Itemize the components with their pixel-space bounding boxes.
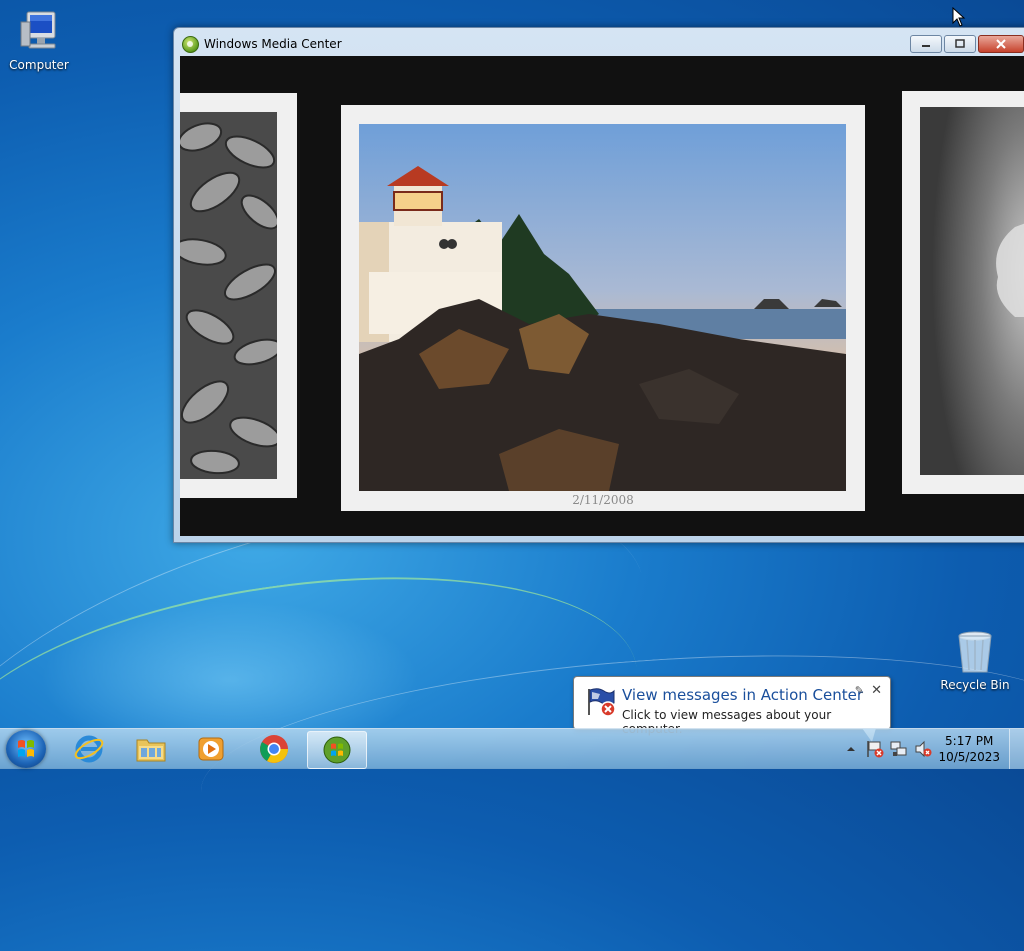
windows-logo-icon bbox=[18, 740, 34, 757]
taskbar-internet-explorer[interactable] bbox=[60, 731, 118, 767]
speaker-muted-icon bbox=[915, 740, 932, 758]
computer-icon bbox=[15, 8, 63, 56]
photo-thumbnail-next[interactable] bbox=[902, 91, 1024, 494]
network-icon bbox=[890, 741, 907, 756]
desktop-icon-label: Computer bbox=[9, 58, 69, 72]
chevron-up-icon bbox=[847, 747, 855, 751]
volume-tray-icon[interactable] bbox=[914, 729, 932, 769]
chrome-icon bbox=[260, 735, 288, 763]
desktop-icon-computer[interactable]: Computer bbox=[1, 8, 77, 72]
network-tray-icon[interactable] bbox=[890, 729, 908, 769]
photo-date: 2/11/2008 bbox=[572, 493, 634, 507]
close-button[interactable] bbox=[978, 35, 1024, 53]
show-desktop-button[interactable] bbox=[1009, 729, 1024, 769]
photo-card-current[interactable]: 2/11/2008 bbox=[341, 105, 865, 511]
photo-image bbox=[920, 107, 1024, 475]
maximize-button[interactable] bbox=[944, 35, 976, 53]
media-center-icon bbox=[323, 736, 351, 764]
media-player-icon bbox=[198, 737, 224, 761]
media-center-content: 2/11/2008 bbox=[180, 56, 1024, 536]
system-clock[interactable]: 5:17 PM 10/5/2023 bbox=[938, 733, 1000, 765]
start-button[interactable] bbox=[6, 730, 46, 768]
folder-icon bbox=[136, 739, 166, 762]
taskbar: 5:17 PM 10/5/2023 bbox=[0, 728, 1024, 769]
clock-time: 5:17 PM bbox=[945, 734, 994, 748]
desktop-icon-label: Recycle Bin bbox=[940, 678, 1010, 692]
taskbar-windows-media-center[interactable] bbox=[307, 731, 367, 769]
minimize-button[interactable] bbox=[910, 35, 942, 53]
internet-explorer-icon bbox=[74, 735, 104, 763]
window-titlebar[interactable]: Windows Media Center bbox=[182, 35, 342, 53]
flag-icon bbox=[867, 741, 884, 758]
close-icon bbox=[996, 39, 1006, 49]
photo-thumbnail-previous[interactable] bbox=[180, 93, 297, 498]
pin-icon[interactable]: ✎ bbox=[855, 684, 864, 697]
notification-close-button[interactable]: ✕ bbox=[871, 683, 882, 698]
taskbar-windows-media-player[interactable] bbox=[182, 731, 240, 767]
action-center-notification[interactable]: View messages in Action Center Click to … bbox=[573, 676, 891, 742]
action-center-tray-icon[interactable] bbox=[866, 729, 884, 769]
maximize-icon bbox=[955, 39, 965, 48]
minimize-icon bbox=[922, 45, 930, 47]
photo-image bbox=[180, 112, 277, 479]
caption-buttons bbox=[910, 35, 1024, 53]
taskbar-windows-explorer[interactable] bbox=[122, 731, 180, 767]
action-center-flag-icon bbox=[586, 687, 618, 720]
show-hidden-icons-button[interactable] bbox=[846, 729, 856, 769]
clock-date: 10/5/2023 bbox=[938, 750, 1000, 764]
taskbar-google-chrome[interactable] bbox=[245, 731, 303, 767]
photo-image-lighthouse bbox=[359, 124, 846, 491]
recycle-bin-icon bbox=[951, 628, 999, 676]
notification-title: View messages in Action Center bbox=[622, 686, 864, 704]
window-title: Windows Media Center bbox=[204, 37, 342, 51]
mouse-cursor-icon bbox=[952, 7, 966, 27]
media-center-window[interactable]: Windows Media Center 2/11/2008 bbox=[173, 27, 1024, 543]
desktop-icon-recycle-bin[interactable]: Recycle Bin bbox=[937, 628, 1013, 692]
media-center-logo-icon bbox=[182, 35, 199, 53]
